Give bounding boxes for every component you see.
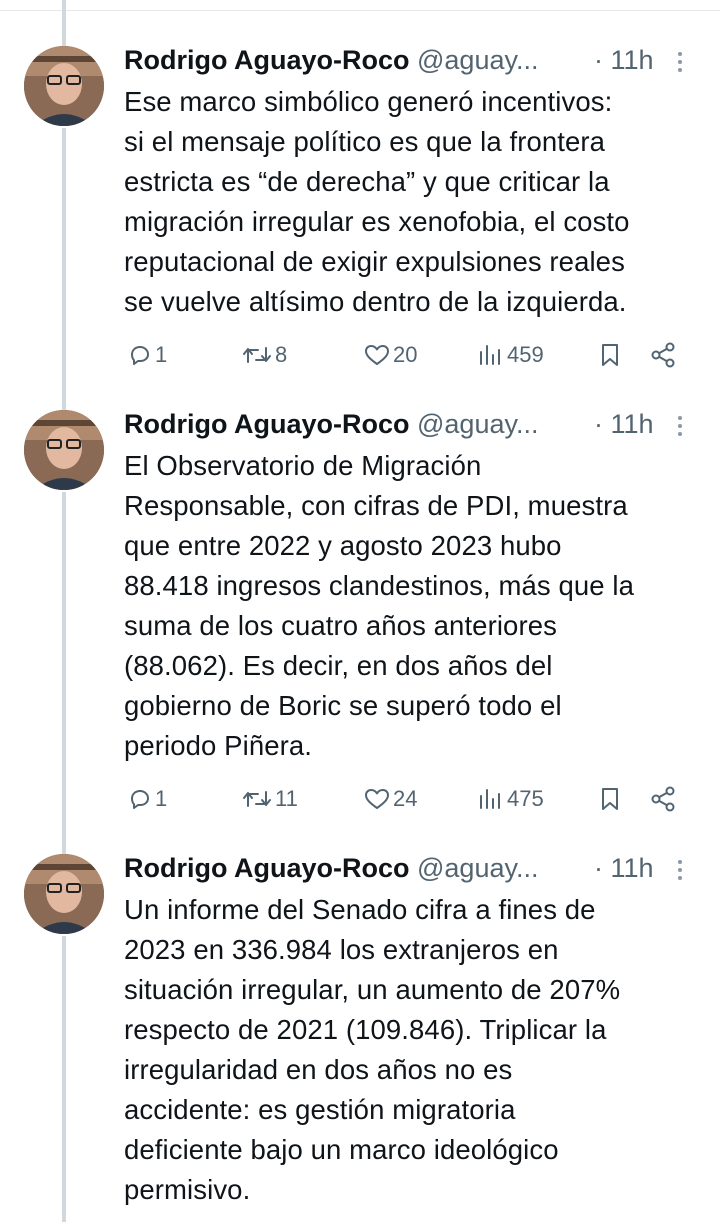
tweet-text: El Observatorio de Migración Responsable… <box>124 446 704 766</box>
tweet-text-line: Ese marco simbólico generó incentivos: <box>124 86 613 117</box>
repost-count: 8 <box>275 342 288 367</box>
like-icon <box>365 345 389 365</box>
tweet[interactable]: Rodrigo Aguayo-Roco @aguay... · 11h Un i… <box>0 848 720 1222</box>
like-count: 20 <box>393 342 418 367</box>
tweet-text-line: que entre 2022 y agosto 2023 hubo <box>124 530 562 561</box>
reply-icon <box>131 346 149 365</box>
tweet-text-line: periodo Piñera. <box>124 730 313 761</box>
repost-icon <box>243 347 271 363</box>
tweet-header: Rodrigo Aguayo-Roco @aguay... · 11h <box>124 848 684 888</box>
tweet-text-line: estricta es “de derecha” y que criticar … <box>124 166 610 197</box>
tweet-text-line: Un informe del Senado cifra a fines de <box>124 894 596 925</box>
bookmark-button[interactable] <box>598 335 622 375</box>
repost-button[interactable]: 11 <box>242 779 298 819</box>
author-name[interactable]: Rodrigo Aguayo-Roco <box>124 853 409 883</box>
bookmark-button[interactable] <box>598 779 622 819</box>
tweet-text-line: gobierno de Boric se superó todo el <box>124 690 562 721</box>
bookmark-icon <box>602 344 618 366</box>
views-button[interactable]: 459 <box>478 335 544 375</box>
tweet-header: Rodrigo Aguayo-Roco @aguay... · 11h <box>124 404 684 444</box>
views-count: 459 <box>507 342 544 367</box>
tweet-text-line: suma de los cuatro años anteriores <box>124 610 557 641</box>
timestamp[interactable]: · 11h <box>594 848 654 888</box>
views-button[interactable]: 475 <box>478 779 544 819</box>
share-icon <box>651 786 675 812</box>
more-icon[interactable] <box>672 40 688 80</box>
timestamp[interactable]: · 11h <box>594 404 654 444</box>
tweet-text-line: Responsable, con cifras de PDI, muestra <box>124 490 628 521</box>
top-divider <box>0 10 720 11</box>
tweet-text-line: irregularidad en dos años no es <box>124 1054 513 1085</box>
reply-button[interactable]: 1 <box>128 779 167 819</box>
tweet-text: Ese marco simbólico generó incentivos: s… <box>124 82 704 322</box>
reply-button[interactable]: 1 <box>128 335 167 375</box>
reply-count: 1 <box>155 786 168 811</box>
reply-icon <box>131 790 149 809</box>
share-button[interactable] <box>650 335 678 375</box>
share-button[interactable] <box>650 779 678 819</box>
tweet-text-line: 2023 en 336.984 los extranjeros en <box>124 934 559 965</box>
tweet-text-line: se vuelve altísimo dentro de la izquierd… <box>124 286 627 317</box>
timestamp[interactable]: · 11h <box>594 40 654 80</box>
tweet-header: Rodrigo Aguayo-Roco @aguay... · 11h <box>124 40 684 80</box>
tweet[interactable]: Rodrigo Aguayo-Roco @aguay... · 11h El O… <box>0 404 720 824</box>
tweet-text-line: permisivo. <box>124 1174 251 1205</box>
views-icon <box>480 789 500 809</box>
tweet-text: Un informe del Senado cifra a fines de 2… <box>124 890 704 1210</box>
like-button[interactable]: 20 <box>364 335 417 375</box>
views-count: 475 <box>507 786 544 811</box>
repost-button[interactable]: 8 <box>242 335 287 375</box>
tweet-text-line: deficiente bajo un marco ideológico <box>124 1134 559 1165</box>
bookmark-icon <box>602 788 618 810</box>
avatar[interactable] <box>24 410 104 490</box>
more-icon[interactable] <box>672 404 688 444</box>
author-handle[interactable]: @aguay... <box>417 409 538 439</box>
tweet-text-line: El Observatorio de Migración <box>124 450 482 481</box>
tweet-text-line: si el mensaje político es que la fronter… <box>124 126 606 157</box>
author-name[interactable]: Rodrigo Aguayo-Roco <box>124 409 409 439</box>
more-icon[interactable] <box>672 848 688 888</box>
author-handle[interactable]: @aguay... <box>417 45 538 75</box>
tweet-text-line: reputacional de exigir expulsiones reale… <box>124 246 625 277</box>
like-button[interactable]: 24 <box>364 779 417 819</box>
repost-icon <box>243 791 271 807</box>
tweet-text-line: (88.062). Es decir, en dos años del <box>124 650 553 681</box>
tweet-text-line: situación irregular, un aumento de 207% <box>124 974 621 1005</box>
action-bar: 1 11 24 475 <box>124 779 694 819</box>
tweet-text-line: accidente: es gestión migratoria <box>124 1094 516 1125</box>
tweet[interactable]: Rodrigo Aguayo-Roco @aguay... · 11h Ese … <box>0 40 720 380</box>
avatar[interactable] <box>24 46 104 126</box>
author-name[interactable]: Rodrigo Aguayo-Roco <box>124 45 409 75</box>
tweet-text-line: 88.418 ingresos clandestinos, más que la <box>124 570 635 601</box>
reply-count: 1 <box>155 342 168 367</box>
tweet-text-line: migración irregular es xenofobia, el cos… <box>124 206 630 237</box>
views-icon <box>480 345 500 365</box>
author-handle[interactable]: @aguay... <box>417 853 538 883</box>
repost-count: 11 <box>275 786 298 811</box>
share-icon <box>651 342 675 368</box>
like-count: 24 <box>393 786 418 811</box>
tweet-text-line: respecto de 2021 (109.846). Triplicar la <box>124 1014 607 1045</box>
avatar[interactable] <box>24 854 104 934</box>
action-bar: 1 8 20 459 <box>124 335 694 375</box>
like-icon <box>365 789 389 809</box>
